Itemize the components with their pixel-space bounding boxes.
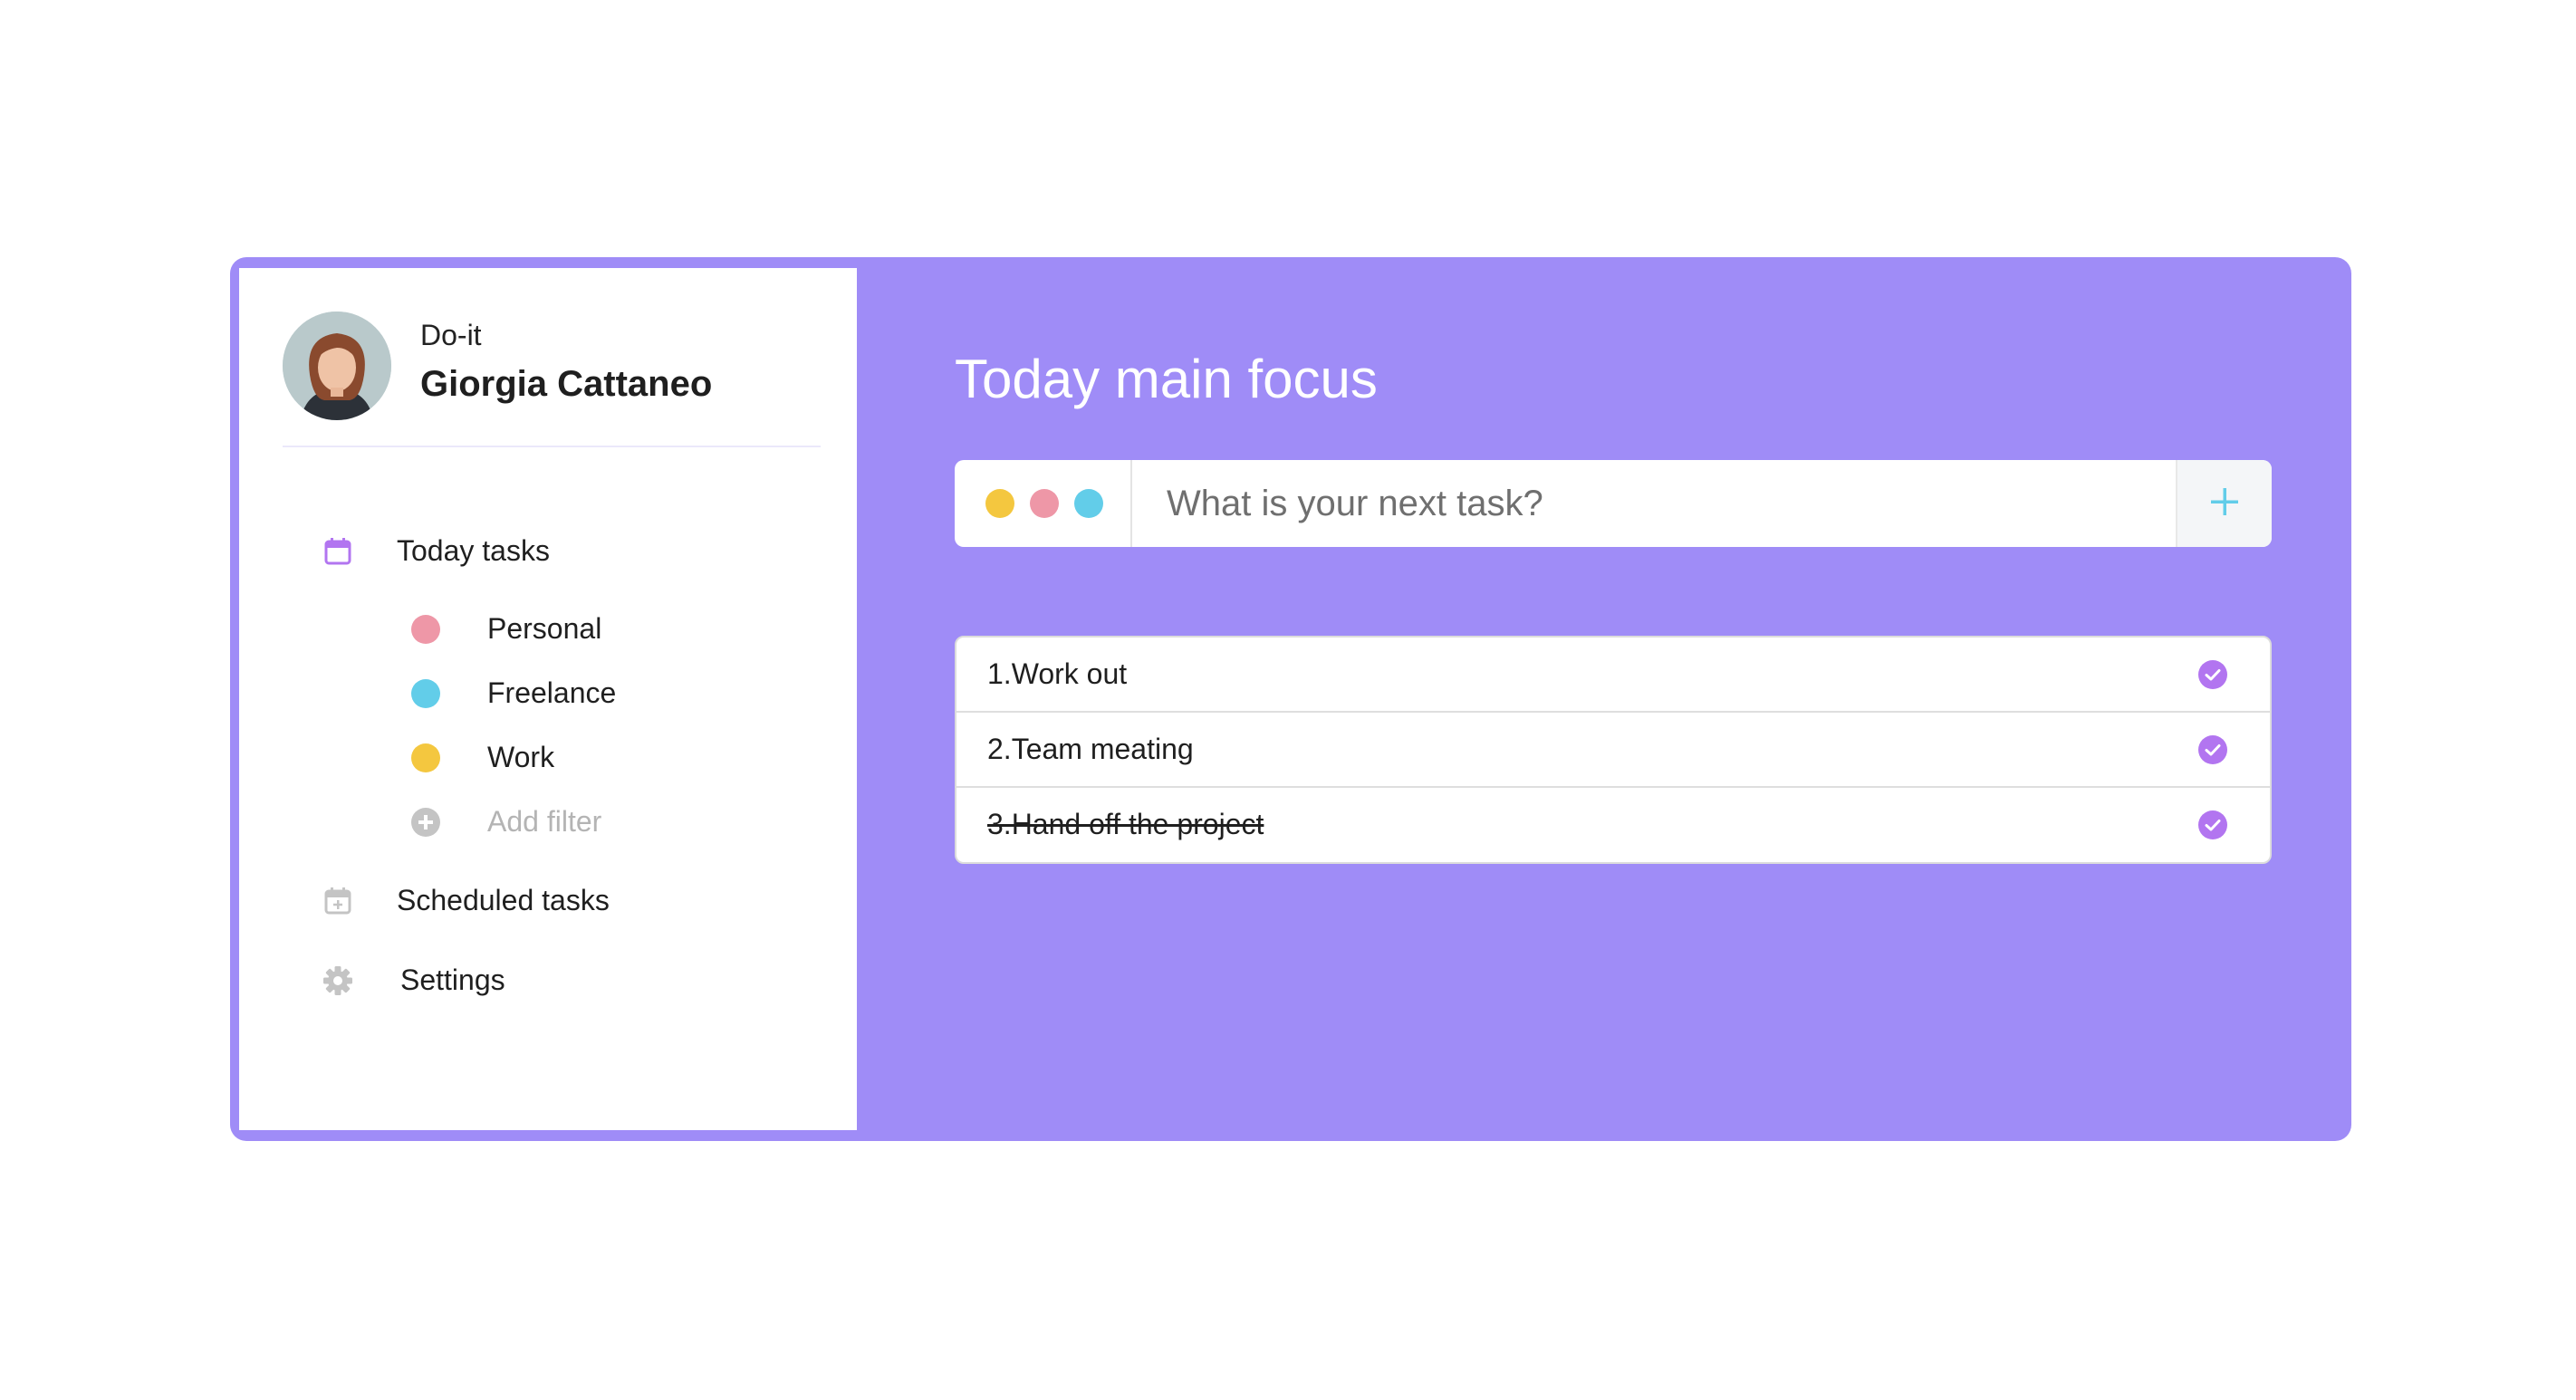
plus-circle-icon (411, 807, 440, 837)
check-circle-icon[interactable] (2197, 810, 2228, 840)
check-circle-icon[interactable] (2197, 734, 2228, 765)
gear-icon (322, 965, 353, 996)
calendar-plus-icon (322, 886, 353, 916)
nav-today-tasks[interactable]: Today tasks (322, 534, 550, 568)
check-circle-icon[interactable] (2197, 659, 2228, 690)
task-text: 1.Work out (987, 657, 1128, 690)
filter-personal[interactable]: Personal (411, 612, 601, 646)
work-color-dot (411, 743, 440, 772)
nav-scheduled-tasks-label: Scheduled tasks (397, 884, 610, 916)
avatar (283, 312, 391, 420)
sidebar: Do-it Giorgia Cattaneo Today tasks Perso… (239, 268, 857, 1130)
page-title: Today main focus (955, 349, 1378, 409)
filter-personal-label: Personal (487, 612, 602, 645)
user-name: Giorgia Cattaneo (420, 364, 713, 404)
personal-color-dot (411, 614, 440, 644)
freelance-color-dot (411, 678, 440, 708)
add-task-button[interactable] (2176, 460, 2272, 547)
plus-icon (2209, 486, 2240, 522)
nav-settings[interactable]: Settings (322, 964, 505, 997)
pink-color-dot[interactable] (1030, 489, 1059, 518)
filter-work-label: Work (487, 741, 555, 773)
filter-work[interactable]: Work (411, 741, 554, 774)
nav-settings-label: Settings (400, 964, 505, 996)
task-row[interactable]: 2.Team meating (956, 713, 2270, 788)
task-text: 2.Team meating (987, 733, 1194, 765)
filter-freelance[interactable]: Freelance (411, 676, 616, 710)
task-input[interactable] (1134, 460, 2177, 547)
app-window: Do-it Giorgia Cattaneo Today tasks Perso… (230, 257, 2351, 1141)
task-text: 3.Hand off the project (987, 808, 1264, 840)
task-row[interactable]: 3.Hand off the project (956, 788, 2270, 862)
yellow-color-dot[interactable] (985, 489, 1014, 518)
filter-freelance-label: Freelance (487, 676, 617, 709)
profile-header: Do-it Giorgia Cattaneo (283, 312, 821, 447)
nav-scheduled-tasks[interactable]: Scheduled tasks (322, 884, 610, 917)
nav-today-tasks-label: Today tasks (397, 534, 550, 567)
color-picker[interactable] (955, 460, 1132, 547)
cyan-color-dot[interactable] (1074, 489, 1103, 518)
calendar-icon (322, 536, 353, 567)
task-row[interactable]: 1.Work out (956, 638, 2270, 713)
add-filter-button[interactable]: Add filter (411, 805, 601, 839)
add-filter-label: Add filter (487, 805, 602, 838)
app-name: Do-it (420, 319, 482, 351)
task-input-bar (955, 460, 2272, 547)
task-list: 1.Work out 2.Team meating 3.Hand off the… (955, 636, 2272, 864)
